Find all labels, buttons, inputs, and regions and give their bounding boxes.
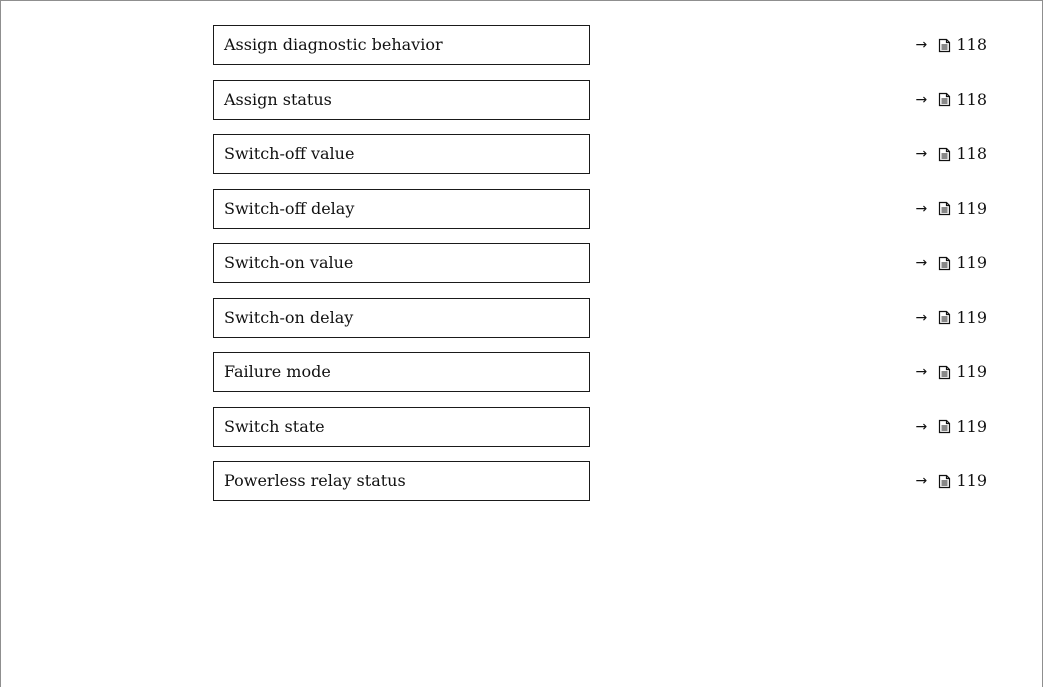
parameter-label: Switch state [224,416,325,436]
page-number: 119 [956,362,987,381]
parameter-switch-on-value[interactable]: Switch-on value [213,243,590,283]
page-reference[interactable]: → 118 [915,25,987,65]
parameter-label: Switch-off delay [224,198,355,218]
parameter-label: Switch-on delay [224,307,354,327]
page-reference[interactable]: → 119 [915,461,987,501]
arrow-right-icon: → [915,91,928,108]
parameter-row: Assign status → 118 [0,79,1043,135]
parameter-row: Switch-on delay → 119 [0,297,1043,353]
arrow-right-icon: → [915,364,928,380]
parameter-switch-off-value[interactable]: Switch-off value [213,134,590,174]
parameter-failure-mode[interactable]: Failure mode [213,352,590,392]
page-reference[interactable]: → 119 [915,298,987,338]
parameter-row: Switch-off delay → 119 [0,188,1043,244]
page-number: 119 [956,198,987,218]
document-frame: Assign diagnostic behavior → 118 Assign … [0,0,1043,687]
parameter-row: Assign diagnostic behavior → 118 [0,25,1043,80]
page-number: 118 [956,144,987,163]
parameter-switch-state[interactable]: Switch state [213,406,590,447]
arrow-right-icon: → [915,473,928,489]
parameter-powerless-relay-status[interactable]: Powerless relay status [213,461,590,501]
parameter-switch-on-delay[interactable]: Switch-on delay [213,297,590,338]
parameter-label: Failure mode [224,362,331,381]
parameter-label: Switch-on value [224,253,354,272]
page-number: 118 [956,89,987,109]
arrow-right-icon: → [915,309,928,326]
parameter-switch-off-delay[interactable]: Switch-off delay [213,188,590,229]
page-reference[interactable]: → 118 [915,80,987,120]
page-number: 119 [956,253,987,272]
arrow-right-icon: → [915,37,928,53]
page-number: 118 [956,35,987,54]
arrow-right-icon: → [915,200,928,217]
page-reference[interactable]: → 119 [915,189,987,229]
page-reference-icon [938,256,951,271]
parameter-assign-status[interactable]: Assign status [213,79,590,120]
parameter-row: Switch state → 119 [0,406,1043,462]
parameter-row: Switch-on value → 119 [0,243,1043,298]
page-reference-icon [938,92,951,107]
parameter-label: Powerless relay status [224,471,406,490]
page-reference-icon [938,147,951,162]
parameter-row: Powerless relay status → 119 [0,461,1043,516]
page-reference-icon [938,474,951,489]
parameter-assign-diagnostic-behavior[interactable]: Assign diagnostic behavior [213,25,590,65]
page-reference-icon [938,419,951,434]
page-number: 119 [956,471,987,490]
page-number: 119 [956,416,987,436]
arrow-right-icon: → [915,146,928,162]
parameter-row: Switch-off value → 118 [0,134,1043,189]
parameter-label: Assign status [224,89,332,109]
page-number: 119 [956,307,987,327]
page-reference[interactable]: → 119 [915,407,987,447]
arrow-right-icon: → [915,418,928,435]
page-reference-icon [938,201,951,216]
page-reference-icon [938,365,951,380]
parameter-label: Switch-off value [224,144,355,163]
page-reference-icon [938,38,951,53]
arrow-right-icon: → [915,255,928,271]
page-reference[interactable]: → 118 [915,134,987,174]
page-reference-icon [938,310,951,325]
parameter-label: Assign diagnostic behavior [224,35,443,54]
parameter-row: Failure mode → 119 [0,352,1043,407]
page-reference[interactable]: → 119 [915,352,987,392]
parameter-navigation-list: Assign diagnostic behavior → 118 Assign … [0,25,1043,516]
page-reference[interactable]: → 119 [915,243,987,283]
